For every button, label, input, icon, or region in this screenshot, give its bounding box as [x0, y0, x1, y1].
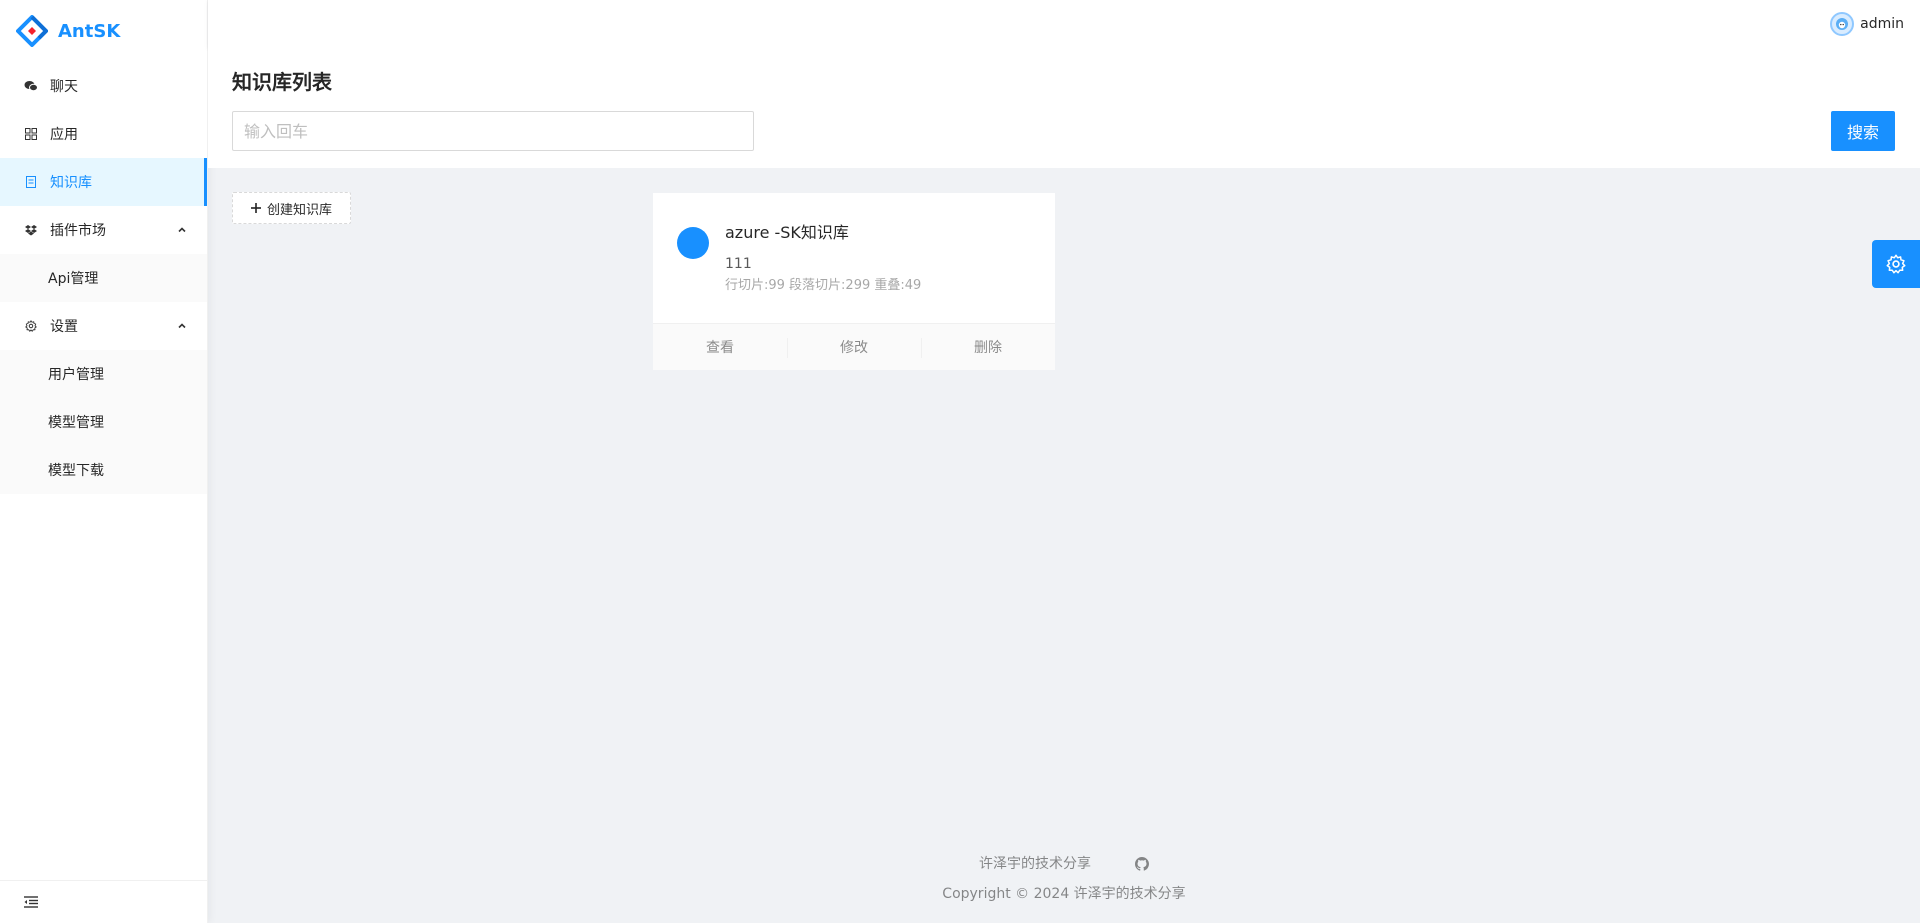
appstore-icon: [24, 127, 38, 141]
logo[interactable]: AntSK: [0, 0, 207, 62]
knowledge-base-card[interactable]: azure -SK知识库 111 行切片:99 段落切片:299 重叠:49 查…: [653, 193, 1055, 370]
footer: 许泽宇的技术分享 Copyright © 2024 许泽宇的技术分享: [208, 853, 1920, 905]
create-knowledge-base-button[interactable]: 创建知识库: [232, 192, 351, 224]
sidebar: AntSK 聊天 应用 知识库 插件市场 Api管理 设置 用户管理 模型管理 …: [0, 0, 208, 923]
sidebar-item-user-management[interactable]: 用户管理: [0, 350, 207, 398]
chevron-up-icon: [178, 227, 186, 233]
sidebar-item-model-management[interactable]: 模型管理: [0, 398, 207, 446]
dropbox-icon: [24, 223, 38, 237]
sidebar-item-chat[interactable]: 聊天: [0, 62, 207, 110]
menu-fold-icon: [24, 896, 38, 908]
setting-icon: [24, 319, 38, 333]
setting-icon: [1886, 254, 1906, 274]
delete-button[interactable]: 删除: [921, 324, 1055, 370]
submenu-plugin-market: Api管理: [0, 254, 207, 302]
username: admin: [1860, 16, 1904, 32]
view-button[interactable]: 查看: [653, 324, 787, 370]
search-input[interactable]: [232, 111, 754, 151]
sidebar-item-api-management[interactable]: Api管理: [0, 254, 207, 302]
sidebar-item-label: Api管理: [48, 271, 99, 287]
plus-icon: [250, 203, 261, 213]
sidebar-item-apps[interactable]: 应用: [0, 110, 207, 158]
footer-links: 许泽宇的技术分享: [208, 853, 1920, 875]
main-content: 创建知识库 azure -SK知识库 111 行切片:99 段落切片:299 重…: [208, 168, 1920, 923]
avatar: [1830, 12, 1855, 36]
copyright: Copyright © 2024 许泽宇的技术分享: [942, 886, 1186, 902]
user-avatar-icon: [1836, 18, 1849, 30]
page-header: 知识库列表 搜索: [208, 48, 1920, 168]
sidebar-item-label: 聊天: [50, 79, 78, 95]
sidebar-item-plugin-market[interactable]: 插件市场: [0, 206, 207, 254]
book-icon: [24, 175, 38, 189]
sidebar-menu: 聊天 应用 知识库 插件市场 Api管理 设置 用户管理 模型管理 模型下载: [0, 62, 207, 494]
edit-button[interactable]: 修改: [787, 324, 921, 370]
sidebar-item-label: 用户管理: [48, 367, 104, 383]
card-stats: 行切片:99 段落切片:299 重叠:49: [725, 278, 922, 293]
card-body: azure -SK知识库 111 行切片:99 段落切片:299 重叠:49: [653, 193, 1055, 297]
sidebar-item-label: 知识库: [50, 175, 92, 191]
setting-drawer-button[interactable]: [1872, 240, 1920, 288]
github-icon[interactable]: [1135, 857, 1149, 871]
app-name: AntSK: [58, 20, 121, 42]
card-title[interactable]: azure -SK知识库: [725, 221, 921, 245]
top-header: admin: [208, 0, 1920, 48]
card-meta: azure -SK知识库 111 行切片:99 段落切片:299 重叠:49: [725, 217, 921, 297]
page-title: 知识库列表: [232, 70, 332, 94]
wechat-icon: [24, 79, 38, 93]
user-menu[interactable]: admin: [1830, 12, 1904, 36]
sidebar-item-model-download[interactable]: 模型下载: [0, 446, 207, 494]
sidebar-item-label: 模型管理: [48, 415, 104, 431]
sidebar-item-label: 模型下载: [48, 463, 104, 479]
sidebar-item-label: 插件市场: [50, 223, 106, 239]
sidebar-item-label: 应用: [50, 127, 78, 143]
sidebar-item-knowledge-base[interactable]: 知识库: [0, 158, 207, 206]
footer-link-blog[interactable]: 许泽宇的技术分享: [979, 853, 1091, 875]
chevron-up-icon: [178, 323, 186, 329]
card-actions: 查看 修改 删除: [653, 323, 1055, 370]
card-description: 111: [725, 256, 752, 272]
sidebar-item-label: 设置: [50, 319, 78, 335]
antsk-logo-icon: [16, 15, 48, 47]
submenu-settings: 用户管理 模型管理 模型下载: [0, 350, 207, 494]
search-button[interactable]: 搜索: [1831, 111, 1895, 151]
card-avatar: [677, 227, 709, 259]
sidebar-collapse-button[interactable]: [0, 880, 207, 923]
create-button-label: 创建知识库: [266, 202, 332, 218]
sidebar-item-settings[interactable]: 设置: [0, 302, 207, 350]
